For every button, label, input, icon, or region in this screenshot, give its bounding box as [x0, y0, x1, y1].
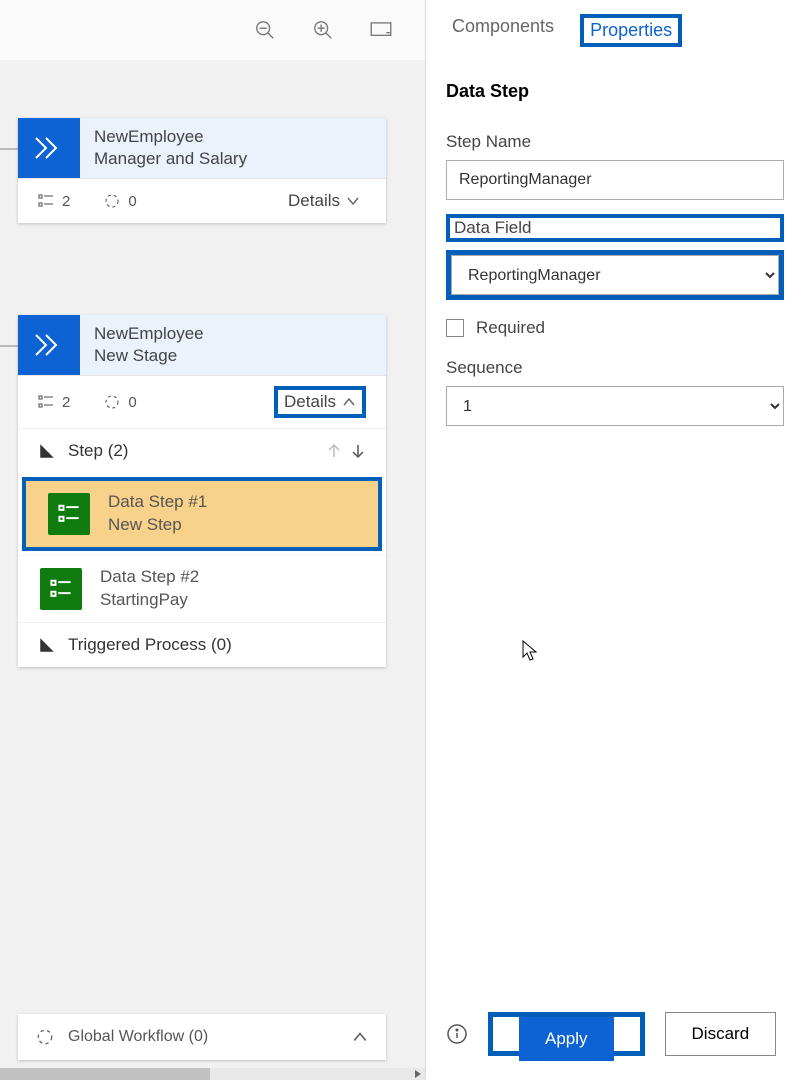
- stage-header[interactable]: NewEmployee Manager and Salary: [18, 118, 386, 179]
- step-name-label: Step Name: [446, 132, 784, 152]
- connector-line: [0, 148, 18, 150]
- discard-button[interactable]: Discard: [665, 1012, 777, 1056]
- apply-button-highlight: Apply: [488, 1012, 645, 1056]
- data-field-select-wrap: ReportingManager: [446, 250, 784, 300]
- sequence-select[interactable]: 1: [446, 386, 784, 426]
- stage-name: Manager and Salary: [94, 148, 247, 170]
- scrollbar-thumb[interactable]: [0, 1068, 210, 1080]
- scroll-right-icon[interactable]: [413, 1069, 423, 1079]
- stage-chevron-icon: [18, 315, 80, 375]
- properties-pane: Components Properties Data Step Step Nam…: [425, 0, 804, 1080]
- required-row[interactable]: Required: [446, 318, 784, 338]
- chevron-up-icon[interactable]: [352, 1029, 368, 1045]
- data-step-icon: [40, 568, 82, 610]
- stage-chevron-icon: [18, 118, 80, 178]
- spinner-icon: [104, 193, 120, 209]
- fit-to-screen-icon[interactable]: [367, 16, 395, 44]
- zoom-in-icon[interactable]: [309, 16, 337, 44]
- pane-tabs: Components Properties: [446, 0, 784, 57]
- tab-components[interactable]: Components: [446, 14, 560, 47]
- horizontal-scrollbar[interactable]: [0, 1068, 425, 1080]
- move-down-icon[interactable]: [350, 443, 366, 459]
- spinner-icon: [104, 394, 120, 410]
- collapse-triangle-icon: [38, 442, 56, 460]
- step-name-input[interactable]: [446, 160, 784, 200]
- spinner-icon: [36, 1028, 54, 1046]
- required-checkbox[interactable]: [446, 319, 464, 337]
- step-count-badge: 2: [38, 394, 70, 411]
- sequence-label: Sequence: [446, 358, 784, 378]
- wait-count-badge: 0: [104, 193, 136, 210]
- canvas-body: NewEmployee Manager and Salary 2: [0, 60, 425, 1080]
- data-step-row[interactable]: Data Step #2 StartingPay: [18, 555, 386, 622]
- stage-card[interactable]: NewEmployee Manager and Salary 2: [18, 118, 386, 223]
- data-step-title: Data Step #1: [108, 491, 207, 514]
- stage-entity: NewEmployee: [94, 126, 247, 148]
- required-label: Required: [476, 318, 545, 338]
- list-icon: [38, 193, 54, 209]
- info-icon[interactable]: [446, 1023, 468, 1045]
- triggered-process-header[interactable]: Triggered Process (0): [18, 622, 386, 667]
- data-step-text: Data Step #2 StartingPay: [100, 566, 199, 612]
- list-icon: [38, 394, 54, 410]
- data-step-sub: New Step: [108, 514, 207, 537]
- tab-properties[interactable]: Properties: [580, 14, 682, 47]
- chevron-down-icon: [346, 194, 360, 208]
- cursor-icon: [522, 640, 540, 662]
- stage-title: NewEmployee New Stage: [80, 315, 218, 375]
- action-buttons: Apply Discard: [446, 1012, 784, 1056]
- chevron-up-icon: [342, 395, 356, 409]
- step-count-badge: 2: [38, 193, 70, 210]
- wait-count: 0: [128, 193, 136, 210]
- apply-button[interactable]: Apply: [519, 1017, 614, 1061]
- connector-line: [0, 345, 18, 347]
- global-workflow-label: Global Workflow (0): [68, 1028, 208, 1046]
- global-workflow-bar[interactable]: Global Workflow (0): [18, 1014, 386, 1060]
- data-step-row-selected[interactable]: Data Step #1 New Step: [22, 477, 382, 551]
- section-title: Data Step: [446, 81, 784, 102]
- data-step-text: Data Step #1 New Step: [108, 491, 207, 537]
- data-field-select[interactable]: ReportingManager: [451, 255, 779, 295]
- triggered-label: Triggered Process (0): [68, 635, 232, 655]
- stage-meta: 2 0 Details: [18, 376, 386, 428]
- details-label: Details: [288, 191, 340, 211]
- wait-count: 0: [128, 394, 136, 411]
- steps-section-header[interactable]: Step (2): [18, 428, 386, 473]
- stage-meta: 2 0 Details: [18, 179, 386, 223]
- stage-name: New Stage: [94, 345, 204, 367]
- data-step-sub: StartingPay: [100, 589, 199, 612]
- step-count: 2: [62, 394, 70, 411]
- stage-entity: NewEmployee: [94, 323, 204, 345]
- steps-header-label: Step (2): [68, 441, 128, 461]
- stage-header[interactable]: NewEmployee New Stage: [18, 315, 386, 376]
- designer-canvas: NewEmployee Manager and Salary 2: [0, 0, 425, 1080]
- canvas-toolbar: [0, 0, 425, 60]
- data-step-title: Data Step #2: [100, 566, 199, 589]
- data-step-icon: [48, 493, 90, 535]
- details-label: Details: [284, 392, 336, 412]
- zoom-out-icon[interactable]: [251, 16, 279, 44]
- move-up-icon[interactable]: [326, 443, 342, 459]
- data-field-label: Data Field: [446, 214, 784, 242]
- wait-count-badge: 0: [104, 394, 136, 411]
- stage-card-expanded[interactable]: NewEmployee New Stage 2: [18, 315, 386, 667]
- stage-title: NewEmployee Manager and Salary: [80, 118, 261, 178]
- step-count: 2: [62, 193, 70, 210]
- details-toggle-highlighted[interactable]: Details: [274, 386, 366, 418]
- details-toggle[interactable]: Details: [282, 189, 366, 213]
- collapse-triangle-icon: [38, 636, 56, 654]
